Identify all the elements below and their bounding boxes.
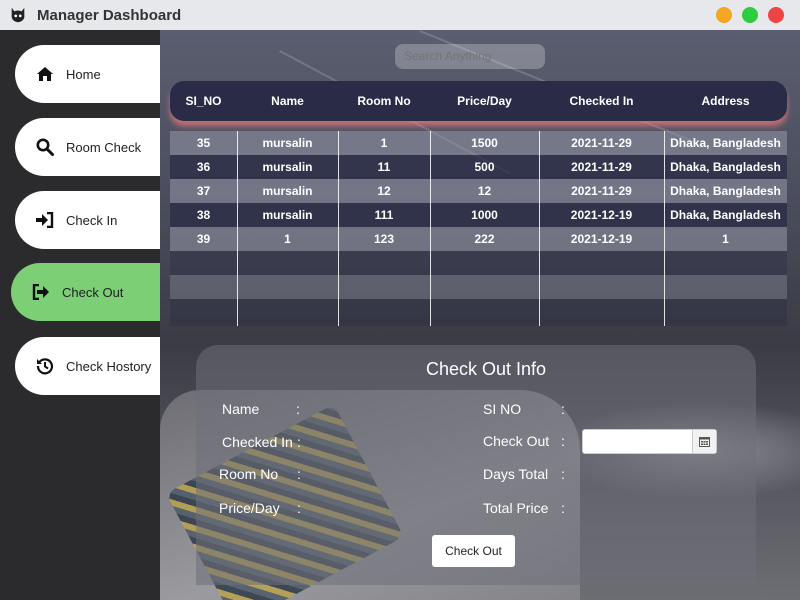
column-header-address[interactable]: Address <box>664 94 787 108</box>
sidebar-item-label: Check Out <box>62 284 124 300</box>
total-price-colon: : <box>561 500 565 516</box>
price-day-label: Price/Day <box>219 500 280 516</box>
check-out-date-picker[interactable] <box>582 429 717 454</box>
close-button[interactable] <box>768 7 784 23</box>
sidebar-item-check-history[interactable]: Check Hostory <box>15 337 160 395</box>
column-header-si-no[interactable]: SI_NO <box>170 94 237 108</box>
table-cell: 1 <box>284 232 291 246</box>
table-row-empty <box>170 251 787 275</box>
history-icon <box>36 357 54 375</box>
table-cell: mursalin <box>262 160 313 174</box>
table-cell: 2021-11-29 <box>571 184 632 198</box>
table-cell: 2021-12-19 <box>570 232 633 246</box>
panel-title: Check Out Info <box>425 359 547 379</box>
sidebar-item-label: Room Check <box>66 139 142 155</box>
si-no-colon: : <box>561 401 565 417</box>
table-row[interactable]: 38 mursalin 111 1000 2021-12-19 Dhaka, B… <box>170 203 787 227</box>
title-bar: Manager Dashboard <box>0 0 800 30</box>
column-divider <box>430 131 431 326</box>
table-cell: 2021-11-29 <box>571 136 632 150</box>
sidebar-item-check-in[interactable]: Check In <box>15 191 160 249</box>
table-row[interactable]: 36 mursalin 11 500 2021-11-29 Dhaka, Ban… <box>170 155 787 179</box>
days-total-colon: : <box>561 466 565 482</box>
checked-in-label: Checked In <box>222 434 293 450</box>
table-cell: Dhaka, Bangladesh <box>670 208 781 222</box>
column-header-room-no[interactable]: Room No <box>338 94 430 108</box>
table-cell: mursalin <box>262 208 313 222</box>
check-out-colon: : <box>561 433 565 449</box>
price-day-colon: : <box>297 500 301 516</box>
check-out-button[interactable]: Check Out <box>432 535 515 567</box>
table-row-empty <box>170 299 787 326</box>
table-cell: 37 <box>196 184 211 198</box>
table-cell: 1000 <box>471 208 498 222</box>
github-cat-icon <box>11 7 25 23</box>
column-divider <box>338 131 339 326</box>
table-cell: 1500 <box>471 136 498 150</box>
table-cell: Dhaka, Bangladesh <box>670 136 781 150</box>
window-controls <box>716 7 784 23</box>
total-price-label: Total Price <box>483 500 549 516</box>
checkout-info-panel: Check Out Info Name : Checked In : Room … <box>196 345 756 585</box>
column-header-name[interactable]: Name <box>237 94 338 108</box>
table-cell: 123 <box>373 232 395 246</box>
table-row[interactable]: 39 1 123 222 2021-12-19 1 <box>170 227 787 251</box>
sidebar-item-label: Check In <box>66 212 118 228</box>
sidebar-item-label: Check Hostory <box>66 358 152 374</box>
table-cell: 35 <box>196 136 211 150</box>
table-cell: 12 <box>477 184 492 198</box>
sign-in-icon <box>36 211 54 229</box>
days-total-label: Days Total <box>483 466 549 482</box>
table-cell: 36 <box>196 160 211 174</box>
calendar-icon[interactable] <box>692 430 716 453</box>
sign-out-icon <box>32 283 50 301</box>
table-cell: 11 <box>377 160 391 174</box>
table-cell: 1 <box>722 232 729 246</box>
maximize-button[interactable] <box>742 7 758 23</box>
table-cell: mursalin <box>262 136 313 150</box>
table-header: SI_NO Name Room No Price/Day Checked In … <box>170 81 787 121</box>
name-label: Name <box>222 401 260 417</box>
sidebar-item-home[interactable]: Home <box>15 45 160 103</box>
name-colon: : <box>296 401 300 417</box>
column-divider <box>539 131 540 326</box>
table-cell: 38 <box>196 208 211 222</box>
search-icon <box>36 138 54 156</box>
check-out-label: Check Out <box>483 433 550 449</box>
checked-in-colon: : <box>297 434 301 450</box>
home-icon <box>36 65 54 83</box>
sidebar-item-check-out[interactable]: Check Out <box>11 263 160 321</box>
table-cell: Dhaka, Bangladesh <box>670 184 781 198</box>
table-cell: 12 <box>377 184 391 198</box>
table-cell: mursalin <box>262 184 313 198</box>
minimize-button[interactable] <box>716 7 732 23</box>
table-cell: 2021-11-29 <box>571 160 632 174</box>
table-row[interactable]: 37 mursalin 12 12 2021-11-29 Dhaka, Bang… <box>170 179 787 203</box>
table-cell: 39 <box>196 232 211 246</box>
main-content: SI_NO Name Room No Price/Day Checked In … <box>160 30 800 600</box>
room-no-colon: : <box>297 466 301 482</box>
si-no-label: SI NO <box>483 401 522 417</box>
table-cell: 500 <box>474 160 495 174</box>
table-row[interactable]: 35 mursalin 1 1500 2021-11-29 Dhaka, Ban… <box>170 131 787 155</box>
column-divider <box>237 131 238 326</box>
sidebar-item-label: Home <box>66 66 101 82</box>
sidebar-item-room-check[interactable]: Room Check <box>15 118 160 176</box>
sidebar: Home Room Check Check In Check Out Check… <box>0 30 160 600</box>
column-divider <box>664 131 665 326</box>
room-no-label: Room No <box>219 466 279 482</box>
table-cell: 1 <box>380 136 388 150</box>
table-row-empty <box>170 275 787 299</box>
table-cell: 222 <box>474 232 495 246</box>
table-body: 35 mursalin 1 1500 2021-11-29 Dhaka, Ban… <box>170 131 787 326</box>
table-cell: Dhaka, Bangladesh <box>670 160 781 174</box>
window-title: Manager Dashboard <box>37 6 182 24</box>
search-input[interactable] <box>395 44 545 69</box>
column-header-checked-in[interactable]: Checked In <box>539 94 664 108</box>
table-cell: 111 <box>374 208 394 222</box>
table-cell: 2021-12-19 <box>570 208 633 222</box>
column-header-price-day[interactable]: Price/Day <box>430 94 539 108</box>
